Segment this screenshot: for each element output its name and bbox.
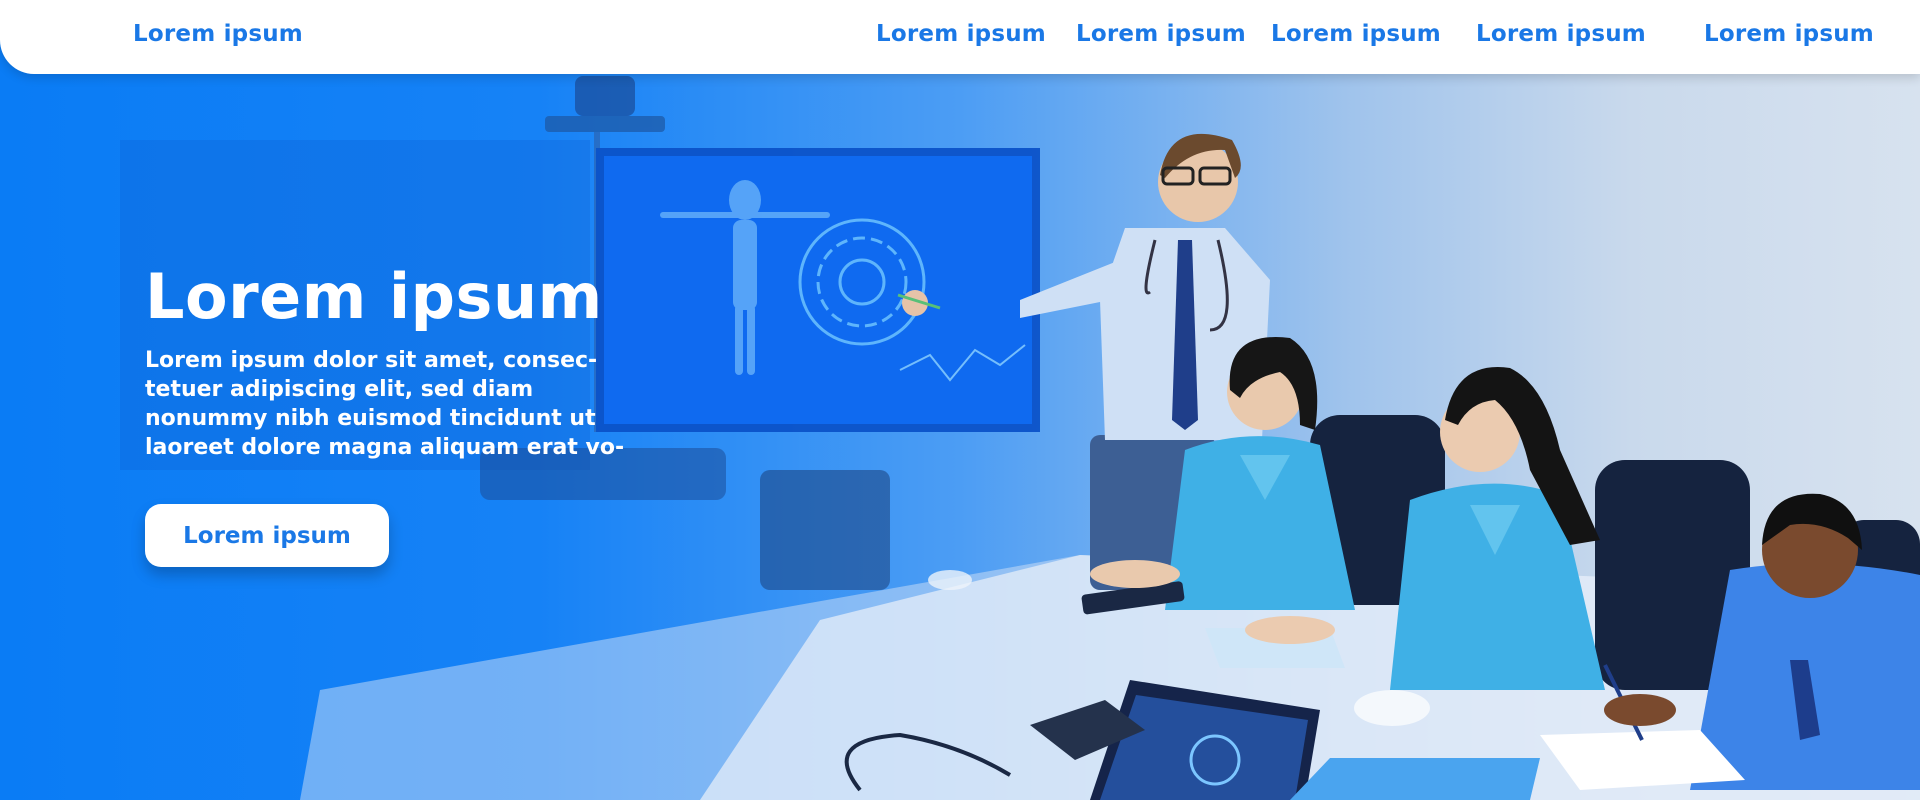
hero-description-line: laoreet dolore magna aliquam erat vo- (145, 435, 625, 460)
hero-description-line: tetuer adipiscing elit, sed diam (145, 377, 534, 402)
hero-description-line: nonummy nibh euismod tincidunt ut (145, 406, 596, 431)
nav-link-2[interactable]: Lorem ipsum (1076, 21, 1246, 47)
hero-section: Lorem ipsum Lorem ipsum dolor sit amet, … (0, 0, 1920, 800)
nav-link-1[interactable]: Lorem ipsum (876, 21, 1046, 47)
nav-link-5[interactable]: Lorem ipsum (1704, 21, 1874, 47)
hero-description: Lorem ipsum dolor sit amet, consec- tetu… (145, 346, 665, 462)
nav-link-4[interactable]: Lorem ipsum (1476, 21, 1646, 47)
nav-link-3[interactable]: Lorem ipsum (1271, 21, 1441, 47)
nav-brand-link[interactable]: Lorem ipsum (133, 21, 303, 47)
hero-cta-button[interactable]: Lorem ipsum (145, 504, 389, 567)
hero-description-line: Lorem ipsum dolor sit amet, consec- (145, 348, 598, 373)
top-navbar: Lorem ipsum Lorem ipsum Lorem ipsum Lore… (0, 0, 1920, 74)
hero-title: Lorem ipsum (145, 260, 603, 333)
